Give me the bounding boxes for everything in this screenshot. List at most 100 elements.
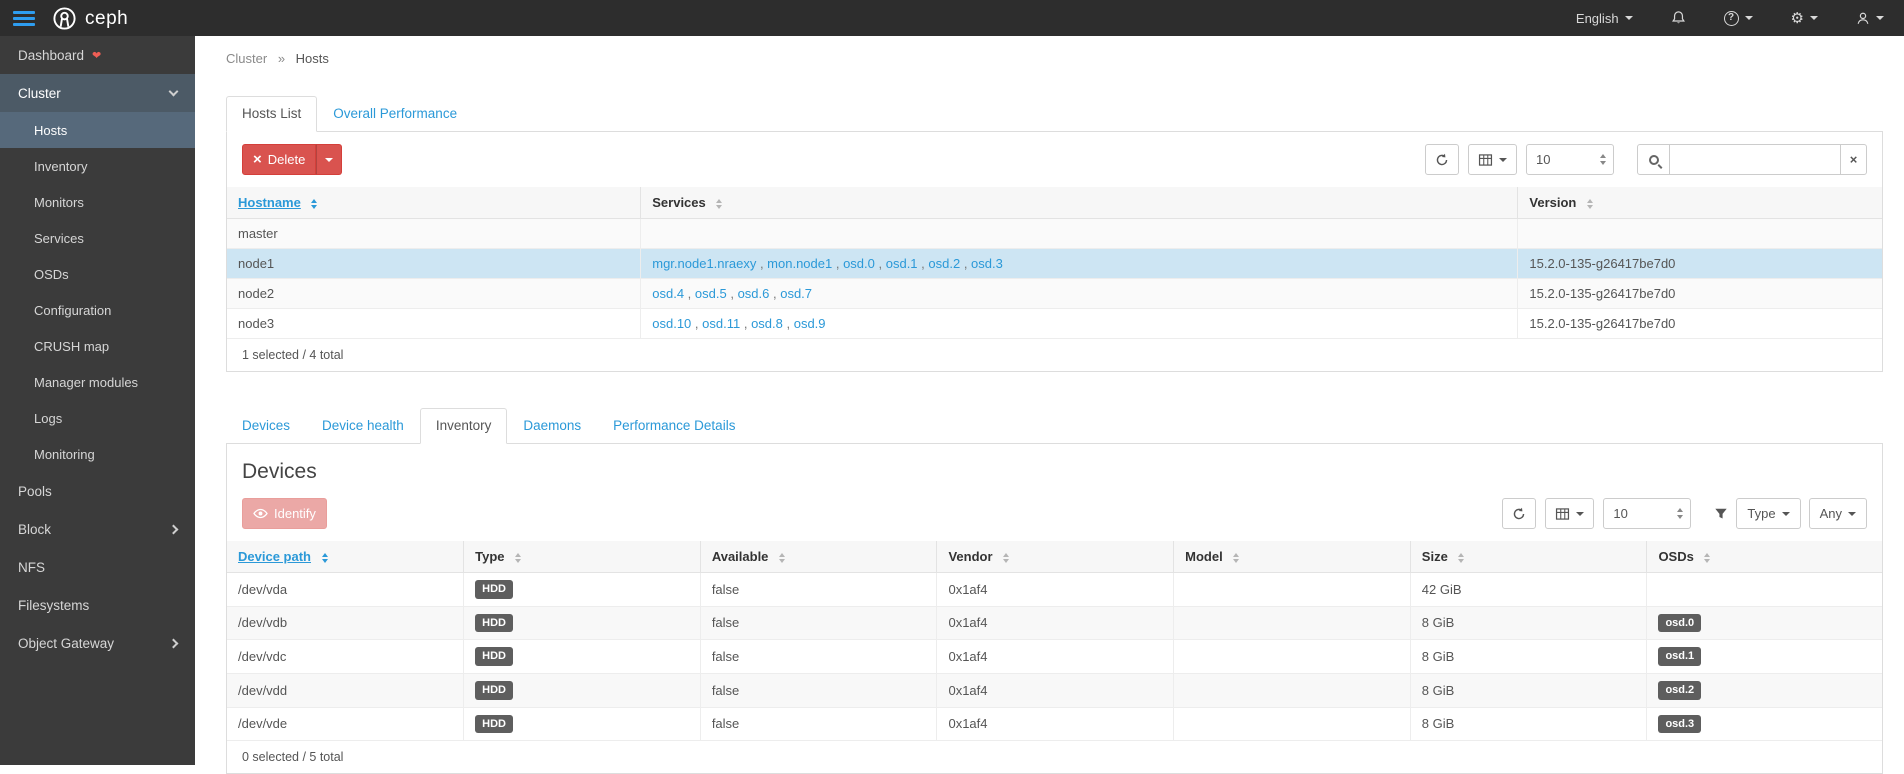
sidebar-item-object-gateway[interactable]: Object Gateway bbox=[0, 624, 195, 662]
menu-toggle-button[interactable] bbox=[0, 0, 48, 36]
model-column-header[interactable]: Model bbox=[1174, 541, 1411, 573]
version-column-header[interactable]: Version bbox=[1518, 187, 1882, 219]
available-cell: false bbox=[700, 707, 937, 741]
sidebar-item-monitoring[interactable]: Monitoring bbox=[0, 436, 195, 472]
help-menu[interactable]: ? bbox=[1724, 11, 1753, 26]
devices-table: Device path Type Available Vendor bbox=[227, 541, 1882, 741]
tab-hosts-list[interactable]: Hosts List bbox=[226, 96, 317, 132]
service-link[interactable]: osd.2 bbox=[918, 256, 961, 271]
sidebar-item-nfs[interactable]: NFS bbox=[0, 548, 195, 586]
decrement-button[interactable] bbox=[1600, 161, 1606, 165]
type-filter-dropdown[interactable]: Type bbox=[1736, 498, 1800, 529]
device-row-vdc[interactable]: /dev/vdc HDD false 0x1af4 8 GiB osd.1 bbox=[227, 640, 1882, 674]
search-input[interactable] bbox=[1670, 144, 1840, 175]
hdd-badge: HDD bbox=[475, 614, 513, 633]
page-size-control bbox=[1603, 498, 1691, 529]
page-size-input[interactable] bbox=[1604, 499, 1673, 528]
size-column-header[interactable]: Size bbox=[1410, 541, 1647, 573]
column-toggle-button[interactable] bbox=[1468, 144, 1517, 175]
host-row-node1[interactable]: node1 mgr.node1.nraexymon.node1osd.0osd.… bbox=[227, 249, 1882, 279]
osds-cell: osd.3 bbox=[1647, 707, 1882, 741]
vendor-column-header[interactable]: Vendor bbox=[937, 541, 1174, 573]
sidebar-item-cluster[interactable]: Cluster bbox=[0, 74, 195, 112]
service-link[interactable]: osd.8 bbox=[740, 316, 783, 331]
sidebar-item-monitors[interactable]: Monitors bbox=[0, 184, 195, 220]
device-path-column-header[interactable]: Device path bbox=[227, 541, 464, 573]
refresh-button[interactable] bbox=[1502, 498, 1536, 529]
tab-performance-details[interactable]: Performance Details bbox=[597, 408, 751, 444]
available-column-header[interactable]: Available bbox=[700, 541, 937, 573]
sidebar-item-manager-modules[interactable]: Manager modules bbox=[0, 364, 195, 400]
breadcrumb-cluster-link[interactable]: Cluster bbox=[226, 51, 267, 66]
sidebar-item-inventory[interactable]: Inventory bbox=[0, 148, 195, 184]
host-row-node3[interactable]: node3 osd.10osd.11osd.8osd.9 15.2.0-135-… bbox=[227, 309, 1882, 339]
service-link[interactable]: osd.10 bbox=[652, 316, 691, 331]
service-link[interactable]: osd.4 bbox=[652, 286, 684, 301]
tab-inventory[interactable]: Inventory bbox=[420, 408, 508, 444]
sidebar-item-osds[interactable]: OSDs bbox=[0, 256, 195, 292]
service-link[interactable]: osd.3 bbox=[960, 256, 1003, 271]
sidebar-item-configuration[interactable]: Configuration bbox=[0, 292, 195, 328]
language-menu[interactable]: English bbox=[1576, 11, 1633, 26]
tab-daemons[interactable]: Daemons bbox=[507, 408, 597, 444]
sidebar-item-services[interactable]: Services bbox=[0, 220, 195, 256]
device-row-vde[interactable]: /dev/vde HDD false 0x1af4 8 GiB osd.3 bbox=[227, 707, 1882, 741]
clear-search-button[interactable]: × bbox=[1840, 144, 1867, 175]
vendor-cell: 0x1af4 bbox=[937, 573, 1174, 607]
breadcrumb-current-page: Hosts bbox=[296, 51, 329, 66]
service-link[interactable]: osd.7 bbox=[769, 286, 812, 301]
sort-icon bbox=[1233, 553, 1239, 563]
service-link[interactable]: osd.5 bbox=[684, 286, 727, 301]
tab-devices[interactable]: Devices bbox=[226, 408, 306, 444]
increment-button[interactable] bbox=[1677, 508, 1683, 512]
identify-button[interactable]: Identify bbox=[242, 498, 327, 529]
delete-dropdown-toggle[interactable] bbox=[316, 144, 342, 175]
service-link[interactable]: osd.0 bbox=[832, 256, 875, 271]
osds-cell: osd.2 bbox=[1647, 673, 1882, 707]
osds-column-header[interactable]: OSDs bbox=[1647, 541, 1882, 573]
service-link[interactable]: osd.11 bbox=[691, 316, 740, 331]
decrement-button[interactable] bbox=[1677, 515, 1683, 519]
delete-button[interactable]: × Delete bbox=[242, 144, 316, 175]
column-label: Size bbox=[1422, 549, 1448, 564]
host-details-tabs: Devices Device health Inventory Daemons … bbox=[226, 408, 1883, 444]
tab-overall-performance[interactable]: Overall Performance bbox=[317, 96, 473, 132]
settings-menu[interactable]: ⚙ bbox=[1791, 11, 1818, 26]
host-row-master[interactable]: master bbox=[227, 219, 1882, 249]
service-link[interactable]: osd.9 bbox=[783, 316, 826, 331]
hostname-column-header[interactable]: Hostname bbox=[227, 187, 641, 219]
sidebar-item-hosts[interactable]: Hosts bbox=[0, 112, 195, 148]
service-link[interactable]: mgr.node1.nraexy bbox=[652, 256, 756, 271]
tab-device-health[interactable]: Device health bbox=[306, 408, 420, 444]
sidebar-item-crush-map[interactable]: CRUSH map bbox=[0, 328, 195, 364]
breadcrumb-separator: » bbox=[278, 51, 285, 66]
osd-badge: osd.0 bbox=[1658, 614, 1701, 633]
sidebar-item-block[interactable]: Block bbox=[0, 510, 195, 548]
services-column-header[interactable]: Services bbox=[641, 187, 1518, 219]
service-link[interactable]: mon.node1 bbox=[756, 256, 832, 271]
type-column-header[interactable]: Type bbox=[464, 541, 701, 573]
type-filter-value-dropdown[interactable]: Any bbox=[1809, 498, 1867, 529]
available-cell: false bbox=[700, 640, 937, 674]
service-link[interactable]: osd.6 bbox=[727, 286, 770, 301]
device-row-vda[interactable]: /dev/vda HDD false 0x1af4 42 GiB bbox=[227, 573, 1882, 607]
type-cell: HDD bbox=[464, 606, 701, 640]
sidebar-item-logs[interactable]: Logs bbox=[0, 400, 195, 436]
search-button[interactable] bbox=[1637, 144, 1670, 175]
notifications-button[interactable] bbox=[1671, 10, 1686, 26]
device-row-vdd[interactable]: /dev/vdd HDD false 0x1af4 8 GiB osd.2 bbox=[227, 673, 1882, 707]
increment-button[interactable] bbox=[1600, 154, 1606, 158]
identify-button-label: Identify bbox=[274, 506, 316, 521]
user-menu[interactable] bbox=[1856, 11, 1884, 26]
sidebar-item-dashboard[interactable]: Dashboard ❤ bbox=[0, 36, 195, 74]
column-toggle-button[interactable] bbox=[1545, 498, 1594, 529]
page-size-input[interactable] bbox=[1527, 145, 1596, 174]
service-link[interactable]: osd.1 bbox=[875, 256, 918, 271]
refresh-button[interactable] bbox=[1425, 144, 1459, 175]
sidebar: Dashboard ❤ Cluster Hosts Inventory Moni… bbox=[0, 36, 195, 765]
host-row-node2[interactable]: node2 osd.4osd.5osd.6osd.7 15.2.0-135-g2… bbox=[227, 279, 1882, 309]
sidebar-item-pools[interactable]: Pools bbox=[0, 472, 195, 510]
sidebar-item-filesystems[interactable]: Filesystems bbox=[0, 586, 195, 624]
sort-icon bbox=[1003, 553, 1009, 563]
device-row-vdb[interactable]: /dev/vdb HDD false 0x1af4 8 GiB osd.0 bbox=[227, 606, 1882, 640]
